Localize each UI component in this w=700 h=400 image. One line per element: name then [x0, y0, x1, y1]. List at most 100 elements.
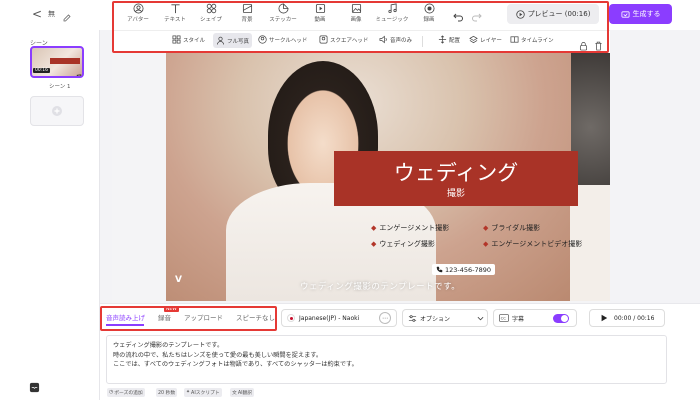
- add-pause-button[interactable]: ◷ ポーズの追加: [107, 388, 145, 397]
- slide-canvas[interactable]: ウェディング 撮影 ◆ エンゲージメント撮影 ◆ ブライダル撮影 ◆ ウェディング撮影…: [166, 53, 610, 301]
- ai-translate-button[interactable]: 文 AI翻訳: [230, 388, 255, 397]
- subtool-label: 音声のみ: [390, 37, 413, 44]
- subtool-timeline[interactable]: タイムライン: [510, 35, 554, 44]
- phone-box[interactable]: 123-456-7890: [432, 264, 496, 275]
- japan-flag-icon: [287, 314, 295, 322]
- subtool-circlehead[interactable]: サークルヘッド: [258, 35, 307, 44]
- diamond-icon: ◆: [483, 224, 489, 232]
- subtool-label: スクエアヘッド: [330, 37, 369, 44]
- redo-icon[interactable]: [471, 8, 483, 27]
- svg-text:CC: CC: [501, 317, 507, 321]
- inbox-icon[interactable]: [29, 378, 40, 397]
- sliders-icon: [408, 314, 417, 322]
- add-scene-button[interactable]: [30, 96, 84, 126]
- arrange-icon: [438, 35, 447, 44]
- script-line: 時の流れの中で、私たちはレンズを使って愛の最も美しい瞬間を捉えます。: [113, 351, 323, 359]
- caption-icon: CC: [499, 314, 509, 322]
- voiceonly-icon: [379, 35, 387, 44]
- chip-label: 20 秒数: [158, 391, 176, 396]
- bullet-item[interactable]: ◆ エンゲージメントビデオ撮影: [483, 239, 582, 249]
- bullet-item[interactable]: ◆ ブライダル撮影: [483, 223, 540, 233]
- style-icon: [172, 35, 181, 44]
- tool-text[interactable]: テキスト: [157, 3, 193, 23]
- bullet-text: ブライダル撮影: [491, 224, 541, 232]
- script-textarea[interactable]: ウェディング撮影のテンプレートです。 時の流れの中で、私たちはレンズを使って愛の…: [106, 335, 667, 384]
- scene-thumbnail[interactable]: 00:16: [30, 46, 84, 78]
- project-name[interactable]: 無: [48, 9, 55, 19]
- subtool-label: サークルヘッド: [269, 37, 308, 44]
- subtool-style[interactable]: スタイル: [172, 35, 205, 44]
- play-icon[interactable]: [600, 314, 608, 322]
- slide-subtitle: 撮影: [446, 189, 465, 199]
- tool-avatar[interactable]: アバター: [120, 3, 156, 23]
- more-options-icon[interactable]: ⋯: [379, 312, 391, 324]
- tabs-highlight-box: [100, 306, 277, 331]
- generate-button[interactable]: 生成する: [609, 4, 672, 24]
- ai-script-button[interactable]: ✦ AIスクリプト: [184, 388, 222, 397]
- time-display: 00:00 / 00:16: [614, 314, 655, 322]
- tool-shape[interactable]: シェイプ: [193, 3, 229, 23]
- back-button[interactable]: <: [32, 7, 42, 21]
- scene-panel: シーン 00:16 シーン 1: [0, 30, 100, 400]
- record-icon: [424, 3, 434, 14]
- edit-name-icon[interactable]: [62, 8, 72, 27]
- chevron-down-icon: [477, 316, 484, 321]
- tool-image[interactable]: 画像: [338, 3, 374, 23]
- slide-caption[interactable]: ウェディング撮影のテンプレートです。: [300, 280, 460, 292]
- voice-name: Japanese(JP) - Naoki: [299, 314, 360, 322]
- slide-title: ウェディング: [393, 161, 519, 185]
- subtool-arrange[interactable]: 配置: [438, 35, 460, 44]
- music-note-icon: [74, 67, 82, 76]
- export-icon: [620, 10, 630, 18]
- tool-record[interactable]: 録画: [411, 3, 447, 23]
- script-line: ウェディング撮影のテンプレートです。: [113, 342, 224, 349]
- text-icon: [170, 4, 180, 14]
- script-panel: 音声読み上げ 録音 NEW アップロード スピーチなし Japanese(JP)…: [100, 303, 700, 400]
- playback-control[interactable]: 00:00 / 00:16: [589, 309, 665, 327]
- circlehead-icon: [258, 35, 267, 44]
- options-dropdown[interactable]: オプション: [402, 309, 488, 327]
- tool-sticker[interactable]: ステッカー: [265, 3, 301, 23]
- title-block[interactable]: ウェディング 撮影: [334, 151, 578, 206]
- subtool-fullphoto[interactable]: フル写真: [213, 33, 253, 48]
- subtitle-toggle-box[interactable]: CC 字幕: [493, 309, 577, 327]
- layer-icon: [469, 35, 478, 44]
- subtool-squarehead[interactable]: スクエアヘッド: [319, 35, 368, 44]
- logo-mark: V: [175, 275, 182, 285]
- tool-music[interactable]: ミュージック: [374, 3, 410, 23]
- subtool-label: スタイル: [183, 37, 206, 44]
- phone-number: 123-456-7890: [445, 265, 492, 274]
- subtool-voiceonly[interactable]: 音声のみ: [379, 35, 412, 44]
- subtool-label: レイヤー: [480, 37, 502, 44]
- fullphoto-icon: [216, 36, 225, 45]
- tool-label: 背景: [241, 17, 253, 23]
- preview-label: プレビュー (00:16): [527, 10, 591, 18]
- sub-toolbar: スタイル フル写真 サークルヘッド スクエアヘッド 音声のみ 配置 レイヤー タ…: [112, 30, 610, 53]
- clock-icon: ◷: [109, 390, 114, 395]
- chip-label: AIスクリプト: [191, 391, 220, 396]
- tool-background[interactable]: 背景: [229, 3, 265, 23]
- tool-label: ミュージック: [375, 17, 409, 23]
- scene-label: シーン 1: [49, 84, 71, 90]
- subtool-layer[interactable]: レイヤー: [469, 35, 502, 44]
- tool-video[interactable]: 動画: [302, 3, 338, 23]
- generate-label: 生成する: [632, 10, 661, 18]
- tool-label: 録画: [423, 17, 435, 23]
- chip-label: AI翻訳: [237, 391, 253, 396]
- bullet-text: エンゲージメントビデオ撮影: [491, 240, 583, 248]
- options-label: オプション: [420, 315, 451, 323]
- tool-label: テキスト: [164, 17, 186, 23]
- subtool-label: 配置: [449, 37, 461, 44]
- undo-icon[interactable]: [452, 8, 464, 27]
- tool-label: シェイプ: [199, 17, 222, 23]
- tool-label: ステッカー: [269, 17, 297, 23]
- bullet-item[interactable]: ◆ ウェディング撮影: [371, 239, 435, 249]
- bullet-item[interactable]: ◆ エンゲージメント撮影: [371, 223, 449, 233]
- diamond-icon: ◆: [371, 224, 377, 232]
- timeline-icon: [510, 36, 519, 43]
- avatar-icon: [133, 3, 143, 14]
- diamond-icon: ◆: [483, 240, 489, 248]
- subtitle-switch[interactable]: [553, 314, 569, 323]
- preview-button[interactable]: プレビュー (00:16): [507, 4, 599, 24]
- play-circle-icon: [515, 9, 525, 19]
